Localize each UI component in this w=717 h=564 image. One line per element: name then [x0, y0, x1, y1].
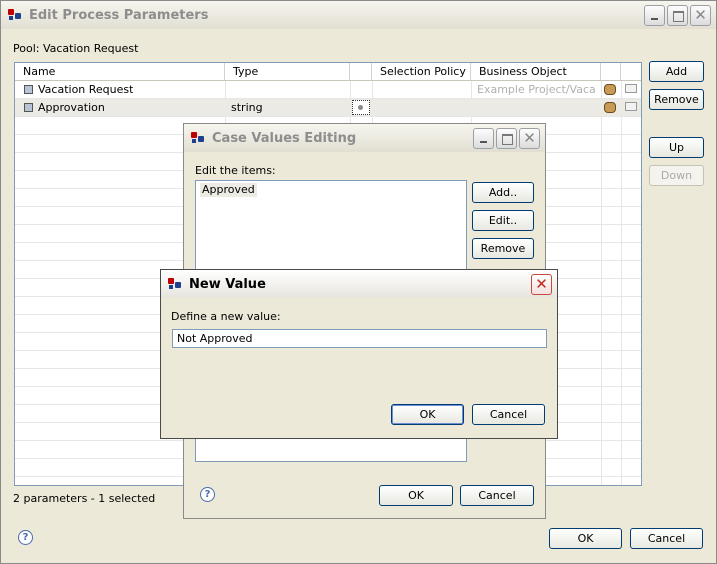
down-button[interactable]: Down: [649, 165, 704, 186]
maximize-icon[interactable]: [496, 127, 517, 149]
close-icon[interactable]: ✕: [519, 127, 540, 149]
define-value-label: Define a new value:: [171, 310, 281, 323]
database-icon[interactable]: [604, 102, 616, 113]
cancel-button[interactable]: Cancel: [630, 528, 703, 549]
edit-values-button[interactable]: [352, 100, 370, 115]
new-value-title: New Value: [189, 276, 266, 292]
ok-button[interactable]: OK: [549, 528, 622, 549]
column-header-business-object[interactable]: Business Object: [471, 63, 601, 80]
column-header-selection-policy[interactable]: Selection Policy: [372, 63, 471, 80]
remove-item-button[interactable]: Remove: [472, 238, 534, 259]
app-logo-icon: [190, 130, 206, 146]
case-values-ok-button[interactable]: OK: [379, 485, 453, 506]
column-header-icon2[interactable]: [621, 63, 641, 80]
new-value-input[interactable]: Not Approved: [172, 329, 547, 348]
new-value-cancel-button[interactable]: Cancel: [472, 404, 545, 425]
up-button[interactable]: Up: [649, 137, 704, 158]
new-value-dialog: New Value ✕ Define a new value: Not Appr…: [160, 269, 558, 439]
comment-icon[interactable]: [625, 84, 637, 93]
pool-label: Pool: Vacation Request: [13, 42, 139, 55]
database-icon[interactable]: [604, 84, 616, 95]
add-button[interactable]: Add: [649, 61, 704, 82]
app-logo-icon: [167, 276, 183, 292]
remove-button[interactable]: Remove: [649, 89, 704, 110]
app-logo-icon: [7, 7, 23, 23]
help-icon[interactable]: ?: [18, 530, 33, 545]
main-window-title: Edit Process Parameters: [29, 7, 209, 23]
list-item[interactable]: Approved: [200, 183, 257, 197]
maximize-icon[interactable]: [667, 4, 688, 26]
close-icon[interactable]: ✕: [690, 4, 711, 26]
minimize-icon[interactable]: [644, 4, 665, 26]
row-type: string: [231, 101, 263, 114]
help-icon[interactable]: ?: [200, 487, 215, 502]
column-header-icon1[interactable]: [601, 63, 621, 80]
edit-item-button[interactable]: Edit..: [472, 210, 534, 231]
comment-icon[interactable]: [625, 102, 637, 111]
table-row[interactable]: Approvation string: [15, 99, 641, 116]
row-business-object: Example Project/Vaca...: [477, 83, 597, 96]
row-name: Vacation Request: [38, 83, 134, 96]
new-value-ok-button[interactable]: OK: [391, 404, 464, 425]
case-values-titlebar[interactable]: Case Values Editing ✕: [184, 124, 545, 152]
add-item-button[interactable]: Add..: [472, 182, 534, 203]
column-header-type[interactable]: Type: [225, 63, 350, 80]
close-icon[interactable]: ✕: [531, 273, 552, 295]
column-header-name[interactable]: Name: [15, 63, 225, 80]
case-values-title: Case Values Editing: [212, 130, 357, 146]
minimize-icon[interactable]: [473, 127, 494, 149]
edit-items-label: Edit the items:: [195, 164, 276, 177]
parameter-icon: [24, 85, 33, 94]
main-titlebar[interactable]: Edit Process Parameters ✕: [1, 1, 716, 29]
case-values-cancel-button[interactable]: Cancel: [460, 485, 534, 506]
column-header-flag[interactable]: [350, 63, 372, 80]
parameter-icon: [24, 103, 33, 112]
new-value-titlebar[interactable]: New Value ✕: [161, 270, 557, 298]
status-text: 2 parameters - 1 selected: [13, 492, 156, 505]
dot-icon: [358, 105, 363, 110]
table-row[interactable]: Vacation Request Example Project/Vaca...: [15, 81, 641, 98]
row-name: Approvation: [38, 101, 105, 114]
